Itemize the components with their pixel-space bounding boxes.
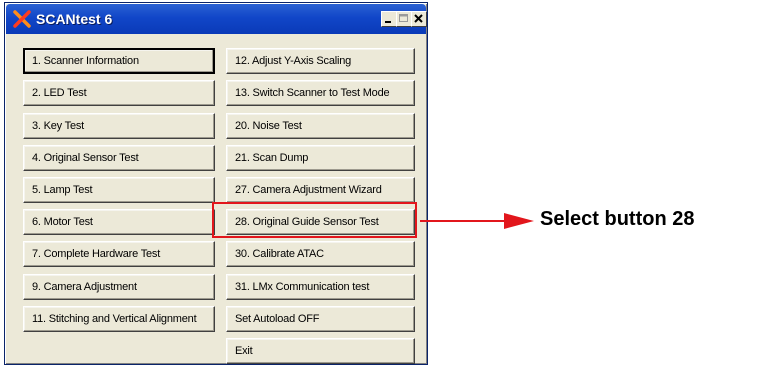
close-button[interactable] — [411, 11, 427, 27]
noise-test-button[interactable]: 20. Noise Test — [226, 113, 415, 139]
lamp-test-button[interactable]: 5. Lamp Test — [23, 177, 215, 203]
scan-dump-button[interactable]: 21. Scan Dump — [226, 145, 415, 171]
x-logo-icon — [12, 9, 32, 29]
close-icon — [414, 14, 423, 23]
key-test-button[interactable]: 3. Key Test — [23, 113, 215, 139]
exit-button[interactable]: Exit — [226, 338, 415, 364]
window-title: SCANtest 6 — [36, 11, 113, 27]
set-autoload-off-button[interactable]: Set Autoload OFF — [226, 306, 415, 332]
original-sensor-test-button[interactable]: 4. Original Sensor Test — [23, 145, 215, 171]
maximize-button[interactable] — [396, 11, 412, 27]
adjust-y-axis-scaling-button[interactable]: 12. Adjust Y-Axis Scaling — [226, 48, 415, 74]
stitching-vertical-alignment-button[interactable]: 11. Stitching and Vertical Alignment — [23, 306, 215, 332]
button-28-highlight-box — [212, 202, 417, 238]
camera-adjustment-button[interactable]: 9. Camera Adjustment — [23, 274, 215, 300]
minimize-icon — [385, 21, 391, 23]
motor-test-button[interactable]: 6. Motor Test — [23, 209, 215, 235]
lmx-communication-test-button[interactable]: 31. LMx Communication test — [226, 274, 415, 300]
callout-text: Select button 28 — [540, 208, 695, 230]
camera-adjustment-wizard-button[interactable]: 27. Camera Adjustment Wizard — [226, 177, 415, 203]
complete-hardware-test-button[interactable]: 7. Complete Hardware Test — [23, 241, 215, 267]
maximize-icon — [399, 14, 408, 22]
scantest-window: SCANtest 6 1. Scanner Information 2. LED… — [4, 2, 428, 365]
minimize-button[interactable] — [381, 11, 397, 27]
cropped-heading-fragment — [520, 0, 526, 12]
switch-scanner-test-mode-button[interactable]: 13. Switch Scanner to Test Mode — [226, 80, 415, 106]
calibrate-atac-button[interactable]: 30. Calibrate ATAC — [226, 241, 415, 267]
led-test-button[interactable]: 2. LED Test — [23, 80, 215, 106]
scanner-information-button[interactable]: 1. Scanner Information — [23, 48, 215, 74]
callout-arrow-icon — [420, 213, 534, 229]
title-bar[interactable]: SCANtest 6 — [6, 4, 427, 34]
